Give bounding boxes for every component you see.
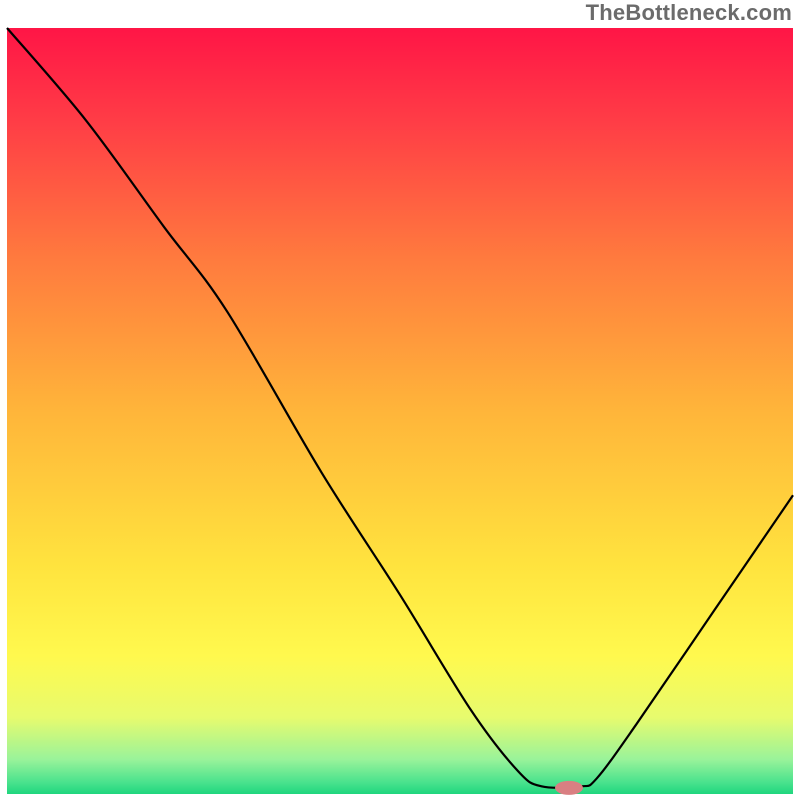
chart-canvas: TheBottleneck.com <box>0 0 800 800</box>
optimal-marker <box>555 781 583 795</box>
gradient-background <box>7 28 793 794</box>
chart-svg <box>0 0 800 800</box>
